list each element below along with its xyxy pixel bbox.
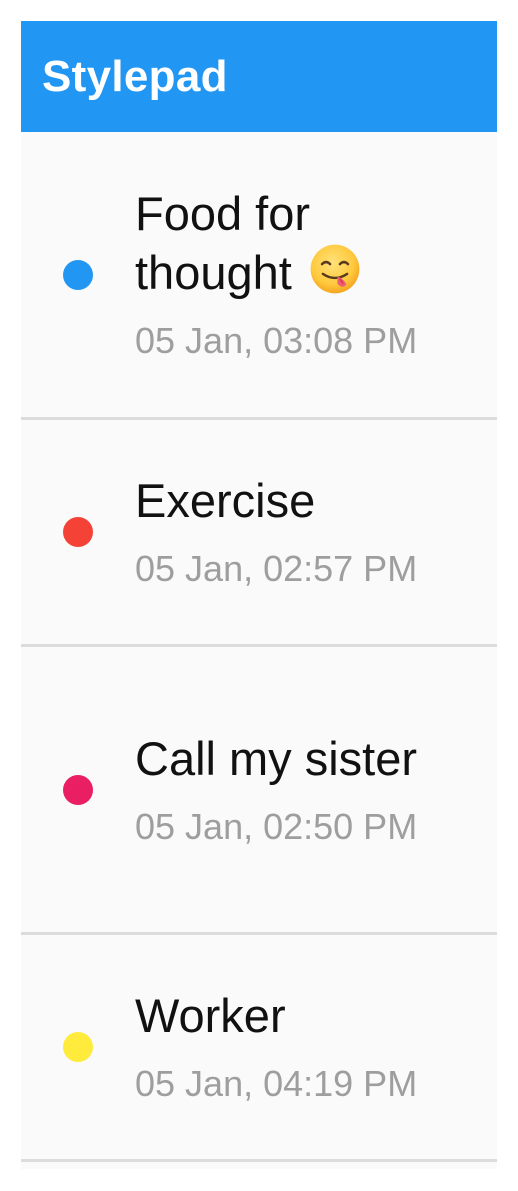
note-color-dot [63, 517, 93, 547]
note-item[interactable]: Worker 05 Jan, 04:19 PM [21, 935, 497, 1162]
note-date: 05 Jan, 02:57 PM [135, 548, 418, 589]
note-list: Food for thought 05 Jan, 03:08 PM Exerci… [21, 132, 497, 1162]
note-item[interactable]: Food for thought 05 Jan, 03:08 PM [21, 132, 497, 420]
face-savoring-food-icon [310, 244, 360, 294]
note-color-dot [63, 259, 93, 290]
app-screen: Stylepad Food for thought 05 Jan, 03:08 … [21, 21, 497, 1169]
note-color-dot [63, 774, 93, 805]
note-title-text: Exercise [135, 474, 316, 527]
note-date: 05 Jan, 04:19 PM [135, 1063, 418, 1104]
note-content: Exercise 05 Jan, 02:57 PM [135, 472, 435, 592]
note-item[interactable]: Exercise 05 Jan, 02:57 PM [21, 420, 497, 647]
note-title-text: Call my sister [135, 731, 418, 785]
note-title: Worker [135, 987, 435, 1045]
note-content: Call my sister 05 Jan, 02:50 PM [135, 730, 435, 850]
note-title: Food for thought [135, 185, 435, 302]
app-bar: Stylepad [21, 21, 497, 132]
note-content: Worker 05 Jan, 04:19 PM [135, 987, 435, 1107]
note-content: Food for thought 05 Jan, 03:08 PM [135, 185, 435, 364]
note-title-text: Worker [135, 989, 286, 1042]
note-item[interactable]: Call my sister 05 Jan, 02:50 PM [21, 647, 497, 935]
note-title: Exercise [135, 472, 435, 530]
note-title: Call my sister [135, 730, 435, 788]
app-title: Stylepad [42, 51, 228, 101]
note-date: 05 Jan, 02:50 PM [135, 805, 418, 847]
note-title-text: Food for thought [135, 187, 311, 299]
note-color-dot [63, 1032, 93, 1062]
note-date: 05 Jan, 03:08 PM [135, 320, 418, 361]
